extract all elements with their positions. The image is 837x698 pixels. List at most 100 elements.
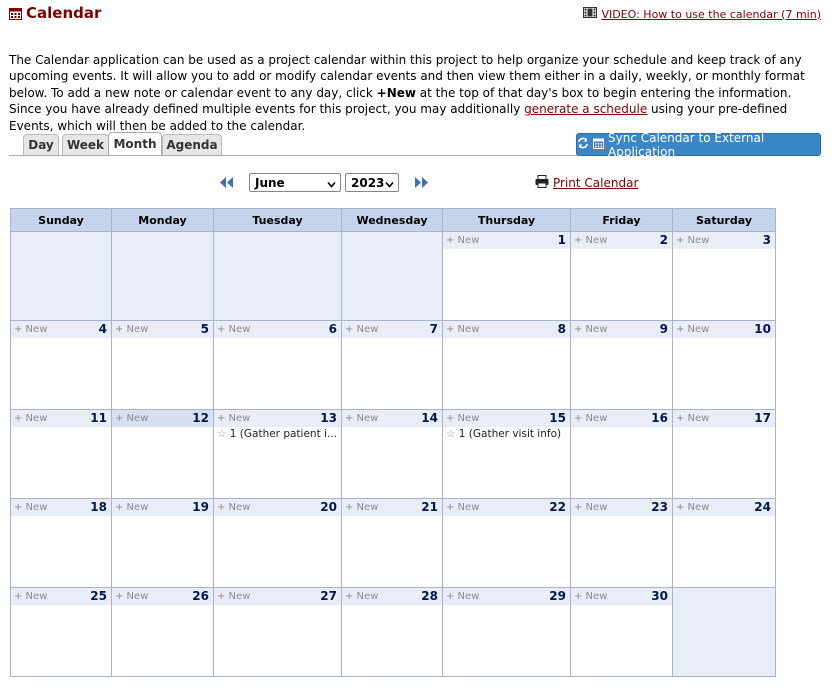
day-number[interactable]: 22 [549, 500, 566, 514]
day-number[interactable]: 14 [421, 411, 438, 425]
day-cell-header: + New 4 [11, 321, 111, 338]
day-number[interactable]: 27 [320, 589, 337, 603]
day-number[interactable]: 16 [651, 411, 668, 425]
day-number[interactable]: 21 [421, 500, 438, 514]
day-cell: + New 9 [570, 320, 673, 410]
new-event-link[interactable]: + New [14, 591, 47, 602]
day-cell: + New 21 [341, 498, 443, 588]
new-event-link[interactable]: + New [217, 413, 250, 424]
sync-button-label: Sync Calendar to External Application [608, 130, 765, 159]
video-link[interactable]: VIDEO: How to use the calendar (7 min) [583, 7, 821, 21]
new-event-link[interactable]: + New [574, 235, 607, 246]
empty-day-cell [213, 231, 342, 321]
new-event-link[interactable]: + New [345, 324, 378, 335]
day-cell-header: + New 18 [11, 499, 111, 516]
weekday-header-row: Sunday Monday Tuesday Wednesday Thursday Frid… [10, 208, 776, 232]
day-cell: + New 25 [10, 587, 112, 677]
day-number[interactable]: 4 [99, 322, 107, 336]
new-event-link[interactable]: + New [676, 235, 709, 246]
calendar-event[interactable]: ☆ 1 (Gather visit info) [443, 427, 570, 440]
next-month-icon[interactable] [414, 174, 429, 193]
day-number[interactable]: 24 [754, 500, 771, 514]
tab-month[interactable]: Month [108, 132, 162, 155]
day-number[interactable]: 29 [549, 589, 566, 603]
new-event-link[interactable]: + New [14, 502, 47, 513]
day-number[interactable]: 9 [660, 322, 668, 336]
day-number[interactable]: 10 [754, 322, 771, 336]
new-event-link[interactable]: + New [14, 413, 47, 424]
new-event-link[interactable]: + New [446, 324, 479, 335]
day-cell-header: + New 11 [11, 410, 111, 427]
day-cell: + New 22 [442, 498, 571, 588]
day-number[interactable]: 18 [90, 500, 107, 514]
day-number[interactable]: 3 [763, 233, 771, 247]
new-event-link[interactable]: + New [217, 324, 250, 335]
day-number[interactable]: 23 [651, 500, 668, 514]
calendar-event[interactable]: ☆ 1 (Gather patient i... [214, 427, 341, 440]
day-cell-header: + New 14 [342, 410, 442, 427]
day-cell: + New 19 [111, 498, 214, 588]
new-event-link[interactable]: + New [446, 591, 479, 602]
prev-month-icon[interactable] [219, 174, 234, 193]
new-event-link[interactable]: + New [676, 413, 709, 424]
new-event-link[interactable]: + New [574, 413, 607, 424]
day-number[interactable]: 15 [549, 411, 566, 425]
day-cell: + New 6 [213, 320, 342, 410]
sync-calendar-button[interactable]: Sync Calendar to External Application [576, 130, 821, 159]
day-number[interactable]: 26 [192, 589, 209, 603]
month-select[interactable]: June [249, 173, 341, 192]
new-event-link[interactable]: + New [574, 324, 607, 335]
day-number[interactable]: 11 [90, 411, 107, 425]
print-calendar-text[interactable]: Print Calendar [553, 176, 638, 190]
day-cell: + New 3 [672, 231, 776, 321]
new-event-link[interactable]: + New [217, 502, 250, 513]
new-event-link[interactable]: + New [574, 502, 607, 513]
tab-day[interactable]: Day [23, 134, 59, 155]
day-cell-header: + New 21 [342, 499, 442, 516]
day-number[interactable]: 1 [558, 233, 566, 247]
printer-icon [535, 175, 549, 191]
day-cell: + New 28 [341, 587, 443, 677]
print-calendar-link[interactable]: Print Calendar [535, 175, 638, 191]
day-number[interactable]: 12 [192, 411, 209, 425]
new-event-link[interactable]: + New [446, 235, 479, 246]
day-number[interactable]: 8 [558, 322, 566, 336]
calendar-icon [9, 7, 22, 20]
new-event-link[interactable]: + New [676, 324, 709, 335]
day-cell: + New 13 ☆ 1 (Gather patient i... [213, 409, 342, 499]
day-number[interactable]: 20 [320, 500, 337, 514]
new-event-link[interactable]: + New [345, 591, 378, 602]
day-number[interactable]: 13 [320, 411, 337, 425]
day-number[interactable]: 2 [660, 233, 668, 247]
day-cell-header: + New 19 [112, 499, 213, 516]
day-cell: + New 17 [672, 409, 776, 499]
new-event-link[interactable]: + New [446, 413, 479, 424]
new-event-link[interactable]: + New [14, 324, 47, 335]
new-event-link[interactable]: + New [115, 502, 148, 513]
day-number[interactable]: 7 [430, 322, 438, 336]
new-event-link[interactable]: + New [345, 413, 378, 424]
day-number[interactable]: 25 [90, 589, 107, 603]
year-select[interactable]: 2023 [345, 173, 399, 192]
video-link-text[interactable]: VIDEO: How to use the calendar (7 min) [601, 8, 821, 21]
day-number[interactable]: 6 [329, 322, 337, 336]
day-number[interactable]: 5 [201, 322, 209, 336]
weekday-header: Monday [111, 208, 214, 232]
new-event-link[interactable]: + New [676, 502, 709, 513]
new-event-link[interactable]: + New [115, 413, 148, 424]
generate-schedule-link[interactable]: generate a schedule [524, 102, 647, 116]
calendar-icon [593, 138, 604, 152]
new-event-link[interactable]: + New [345, 502, 378, 513]
tab-agenda[interactable]: Agenda [162, 134, 222, 155]
day-number[interactable]: 28 [421, 589, 438, 603]
new-event-link[interactable]: + New [115, 591, 148, 602]
day-number[interactable]: 19 [192, 500, 209, 514]
day-number[interactable]: 30 [651, 589, 668, 603]
new-event-link[interactable]: + New [574, 591, 607, 602]
day-number[interactable]: 17 [754, 411, 771, 425]
new-event-link[interactable]: + New [446, 502, 479, 513]
day-cell-header: + New 23 [571, 499, 672, 516]
new-event-link[interactable]: + New [217, 591, 250, 602]
tab-week[interactable]: Week [62, 134, 109, 155]
new-event-link[interactable]: + New [115, 324, 148, 335]
